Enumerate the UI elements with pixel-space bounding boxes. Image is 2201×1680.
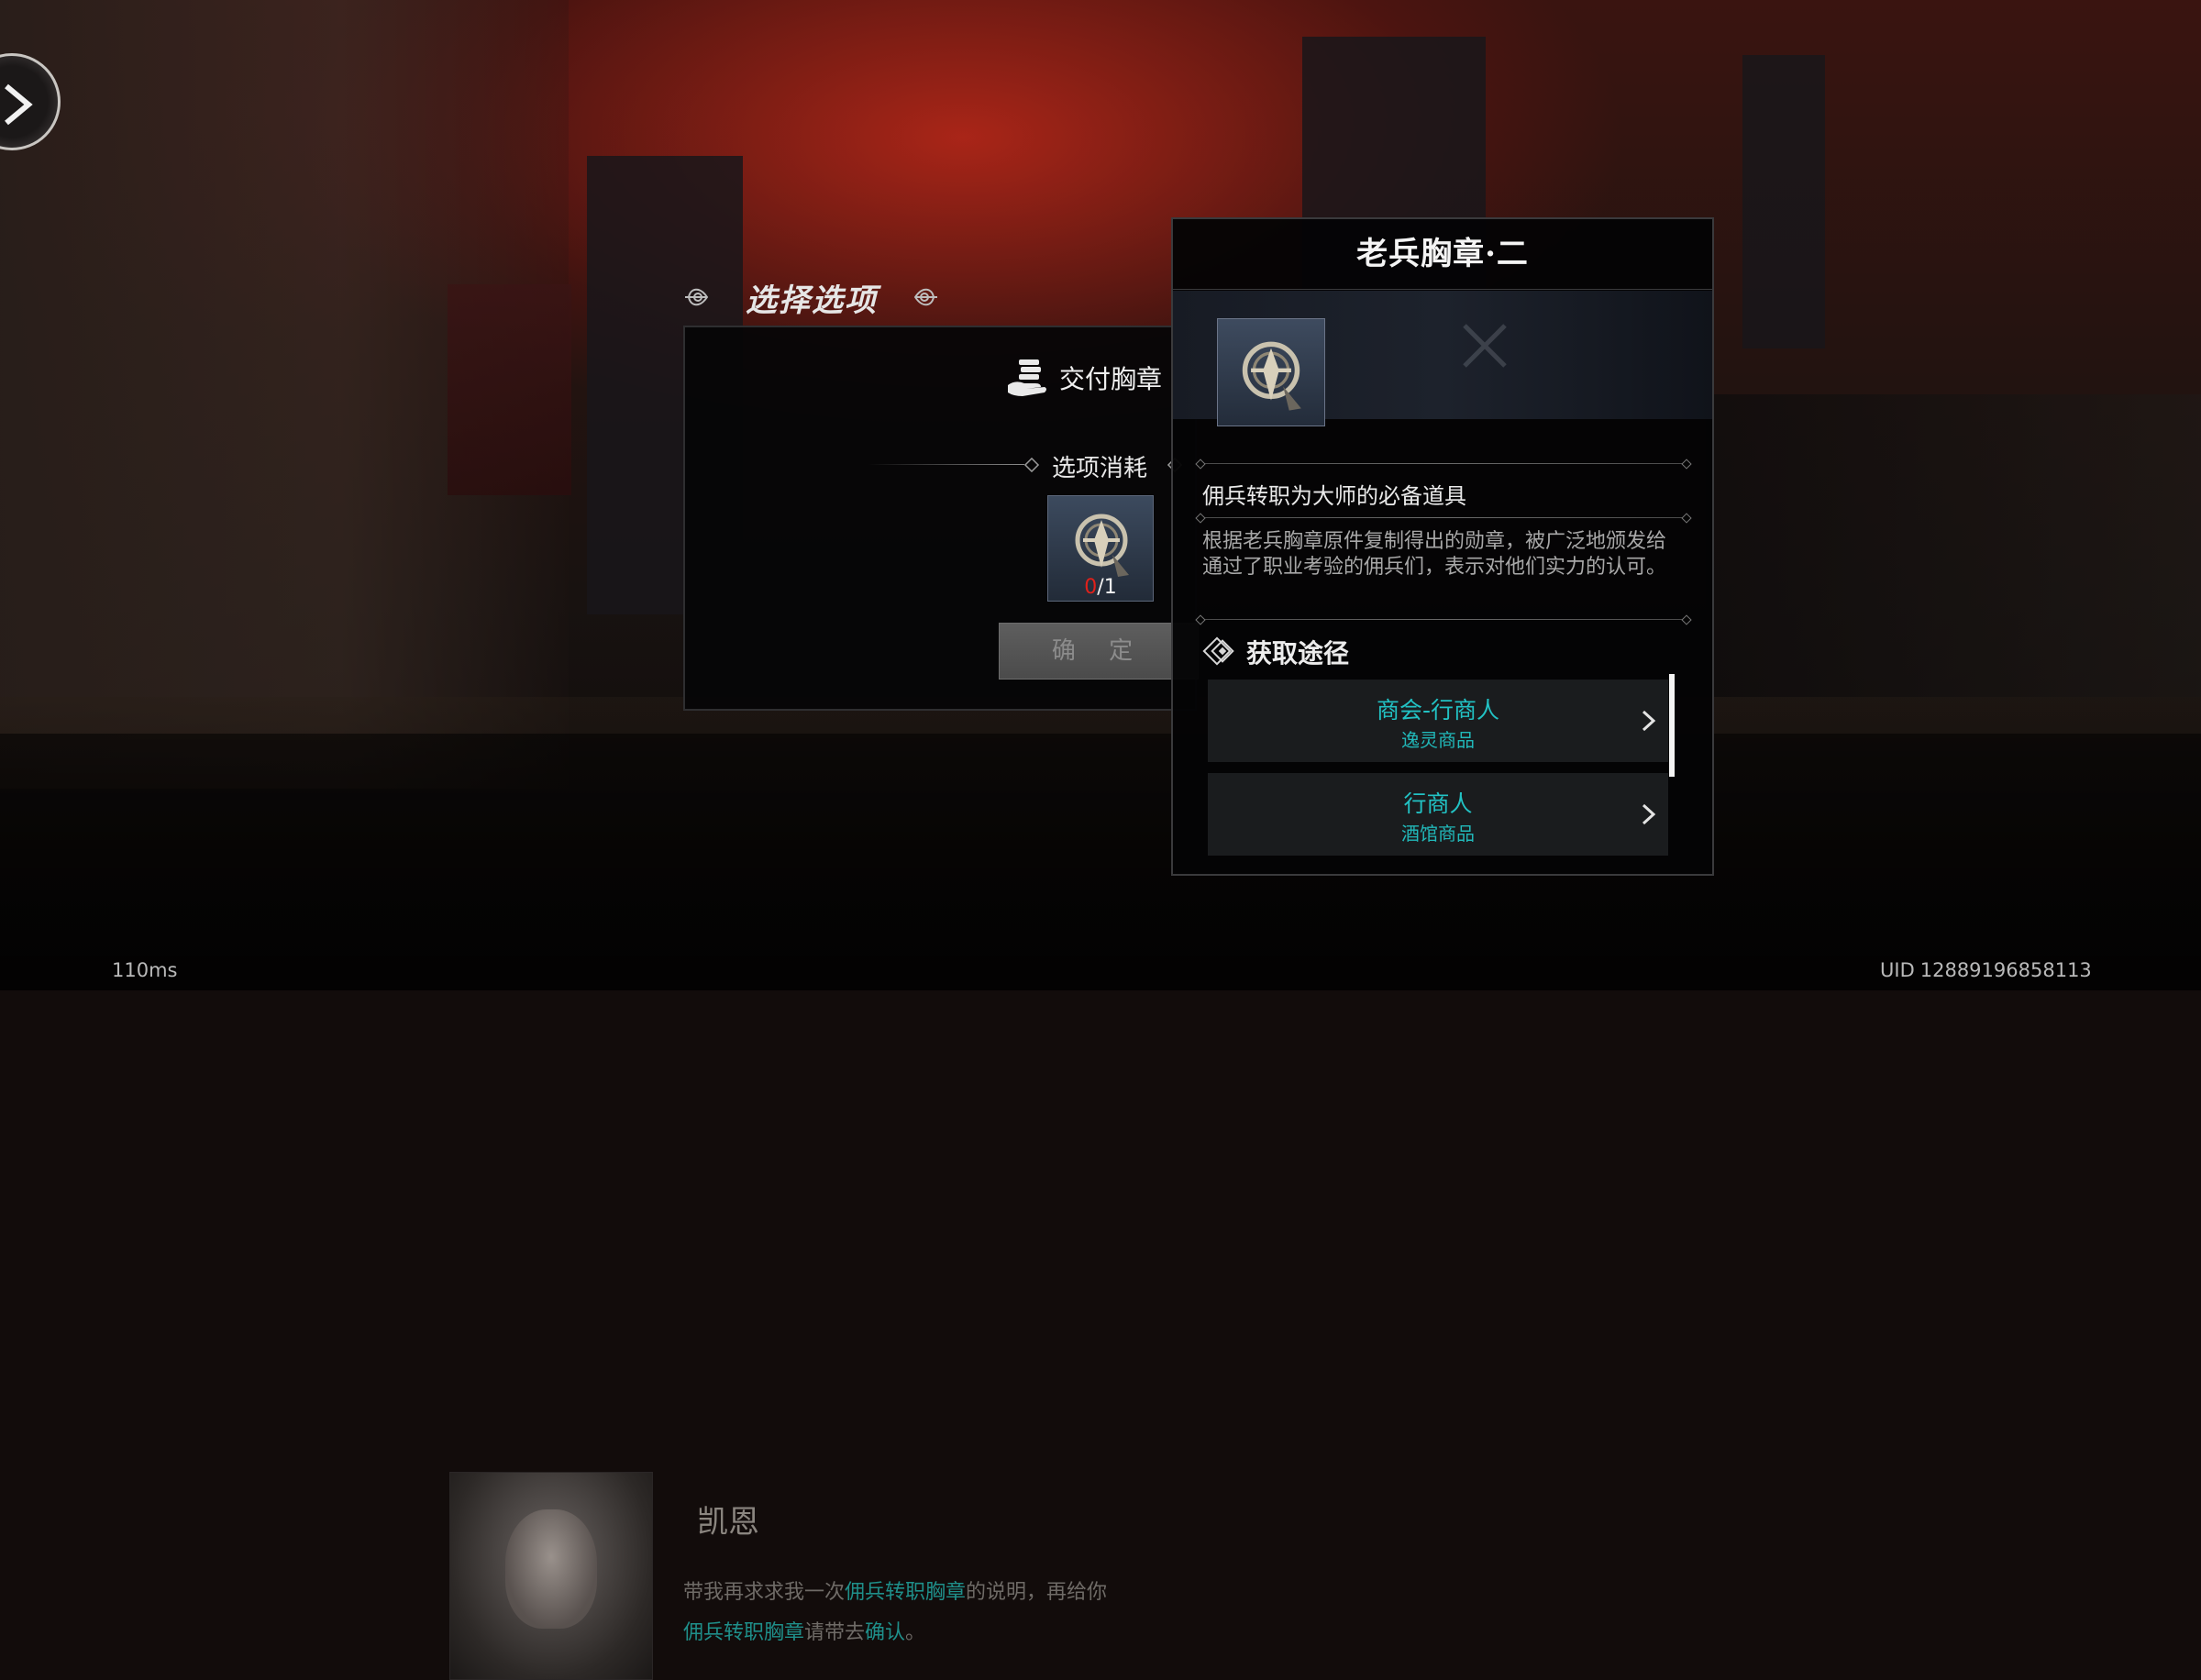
select-option-header: 选择选项 xyxy=(683,271,940,323)
divider xyxy=(1200,463,1687,464)
celtic-knot-icon xyxy=(913,288,937,306)
veteran-badge-icon xyxy=(1242,341,1301,411)
item-title: 老兵胸章·二 xyxy=(1173,219,1712,290)
crossed-swords-icon xyxy=(1463,324,1507,368)
veteran-badge-icon xyxy=(1075,514,1129,577)
chevron-right-icon xyxy=(1642,803,1656,825)
market-stall xyxy=(1706,394,2201,697)
dialog-highlight: 确认 xyxy=(865,1621,906,1644)
source-item[interactable]: 行商人 酒馆商品 xyxy=(1208,773,1668,856)
item-detail-panel: 老兵胸章·二 佣兵转职为大师的必备道具 根据老兵胸章原件复制得出的勋章，被广泛地… xyxy=(1171,217,1714,876)
required-item-slot[interactable]: 0/1 xyxy=(1047,495,1154,602)
confirm-button[interactable]: 确 定 xyxy=(999,623,1199,680)
ping-readout: 110ms xyxy=(112,959,178,981)
dialog-text-part: 请带去 xyxy=(804,1621,866,1644)
divider xyxy=(1200,517,1687,518)
dialog-box[interactable]: 凯恩 带我再求求我一次佣兵转职胸章的说明，再给你 佣兵转职胸章请带去确认。 xyxy=(0,734,2201,1680)
scrollbar[interactable] xyxy=(1669,674,1675,777)
uid-readout: UID 12889196858113 xyxy=(1880,959,2092,981)
diamond-icon xyxy=(1024,458,1039,472)
dialog-highlight: 佣兵转职胸章 xyxy=(683,1621,805,1644)
owned-count: 0 xyxy=(1084,576,1098,599)
dialog-highlight: 佣兵转职胸章 xyxy=(845,1581,967,1604)
coin-stack-icon xyxy=(1008,359,1046,396)
deliver-label: 交付胸章 xyxy=(1059,364,1163,394)
npc-portrait xyxy=(449,1472,653,1680)
uid-value: 12889196858113 xyxy=(1919,959,2092,981)
celtic-knot-icon xyxy=(685,288,709,306)
chevron-right-icon xyxy=(5,83,33,126)
uid-label: UID xyxy=(1880,959,1915,981)
divider-line xyxy=(868,464,1024,465)
dialog-text-part: 的说明，再给你 xyxy=(966,1581,1108,1604)
source-subtitle: 逸灵商品 xyxy=(1401,729,1475,751)
select-option-title: 选择选项 xyxy=(746,282,878,319)
item-icon-slot xyxy=(1217,318,1325,426)
source-item[interactable]: 商会-行商人 逸灵商品 xyxy=(1208,680,1668,762)
divider xyxy=(1200,619,1687,620)
speaker-name: 凯恩 xyxy=(697,1504,759,1541)
item-subtitle: 佣兵转职为大师的必备道具 xyxy=(1202,483,1466,509)
required-count: 0/1 xyxy=(1048,576,1153,599)
source-subtitle: 酒馆商品 xyxy=(1401,823,1475,845)
diamond-icon xyxy=(1202,636,1234,666)
item-description: 根据老兵胸章原件复制得出的勋章，被广泛地颁发给通过了职业考验的佣兵们，表示对他们… xyxy=(1202,530,1667,579)
dialog-text: 带我再求求我一次佣兵转职胸章的说明，再给你 佣兵转职胸章请带去确认。 xyxy=(683,1573,1169,1653)
deliver-header: 交付胸章 xyxy=(1006,357,1162,399)
chevron-right-icon xyxy=(1642,710,1656,732)
obtain-title: 获取途径 xyxy=(1246,638,1350,669)
source-name: 行商人 xyxy=(1403,790,1473,817)
dialog-text-part: 。 xyxy=(905,1621,926,1644)
dialog-text-part: 带我再求求我一次 xyxy=(683,1581,846,1604)
cost-label: 选项消耗 xyxy=(1052,455,1148,482)
cost-row: 选项消耗 xyxy=(868,447,1199,483)
npc-face xyxy=(505,1509,597,1629)
castle-tower xyxy=(1742,55,1825,348)
red-banner xyxy=(448,284,571,495)
source-name: 商会-行商人 xyxy=(1376,697,1500,724)
required-total: /1 xyxy=(1097,576,1117,599)
select-option-panel: 交付胸章 选项消耗 0/1 确 定 xyxy=(683,326,1199,711)
obtain-header: 获取途径 xyxy=(1202,634,1349,670)
